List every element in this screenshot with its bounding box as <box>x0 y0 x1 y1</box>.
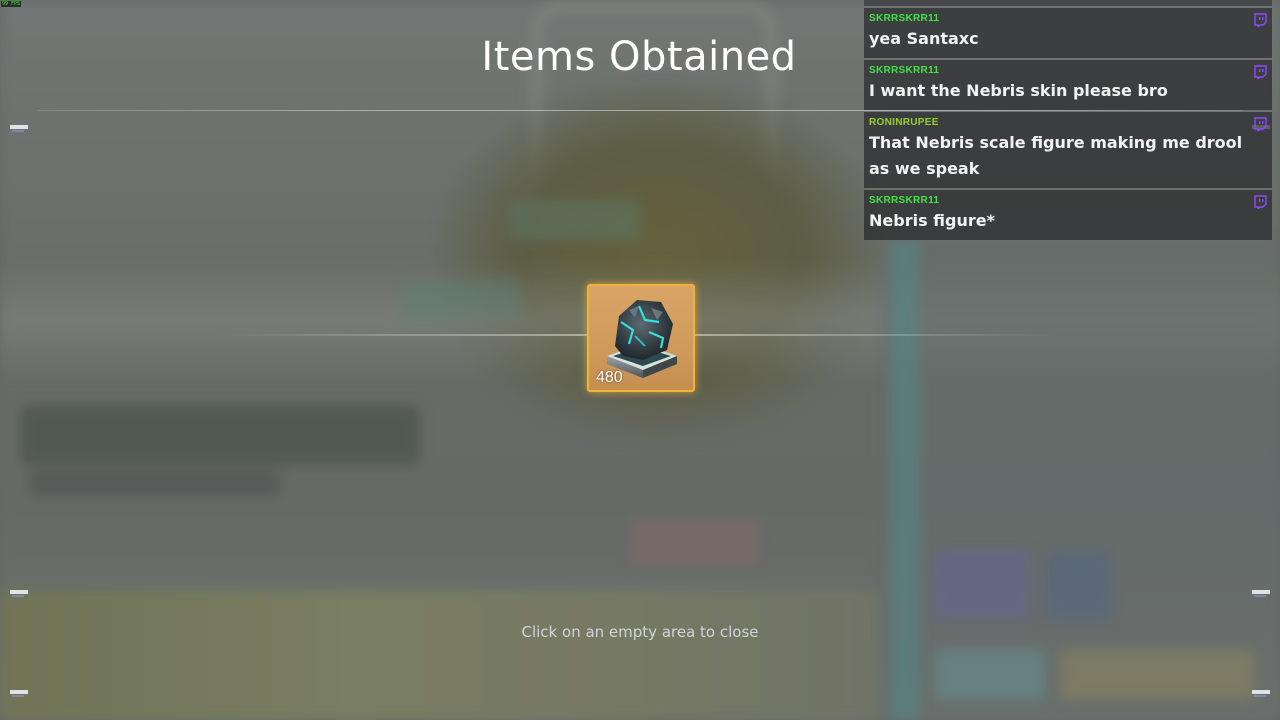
fps-counter: 99 FPS <box>1 1 22 7</box>
edge-marker <box>1252 690 1270 697</box>
chat-message: SKRRSKRR11 yea Santaxc <box>864 8 1272 58</box>
twitch-icon <box>1254 117 1267 131</box>
item-quantity: 480 <box>596 369 623 386</box>
chat-text: I want the Nebris skin please bro <box>869 81 1168 100</box>
reward-item-card[interactable]: 480 <box>587 284 695 392</box>
chat-text: yea Santaxc <box>869 29 979 48</box>
twitch-icon <box>1254 195 1267 209</box>
chat-message: RONINRUPEE That Nebris scale figure maki… <box>864 112 1272 188</box>
stream-chat-overlay: SKRRSKRR11 yea Santaxc SKRRSKRR11 I want… <box>864 0 1272 240</box>
edge-marker <box>10 690 28 697</box>
edge-marker <box>10 590 28 597</box>
chat-top-bar <box>864 0 1272 6</box>
chat-text: Nebris figure* <box>869 211 995 230</box>
chat-message: SKRRSKRR11 Nebris figure* <box>864 190 1272 240</box>
edge-marker <box>1252 590 1270 597</box>
chat-text: That Nebris scale figure making me drool… <box>869 133 1243 178</box>
twitch-icon <box>1254 13 1267 27</box>
chat-username: SKRRSKRR11 <box>869 13 940 24</box>
chat-username: SKRRSKRR11 <box>869 65 940 76</box>
game-screen[interactable]: 99 FPS Items Obtained 480 Click on an em… <box>0 0 1280 720</box>
chat-username: RONINRUPEE <box>869 117 939 128</box>
chat-message: SKRRSKRR11 I want the Nebris skin please… <box>864 60 1272 110</box>
close-hint[interactable]: Click on an empty area to close <box>0 623 1280 641</box>
edge-marker <box>10 125 28 132</box>
twitch-icon <box>1254 65 1267 79</box>
chat-username: SKRRSKRR11 <box>869 195 940 206</box>
